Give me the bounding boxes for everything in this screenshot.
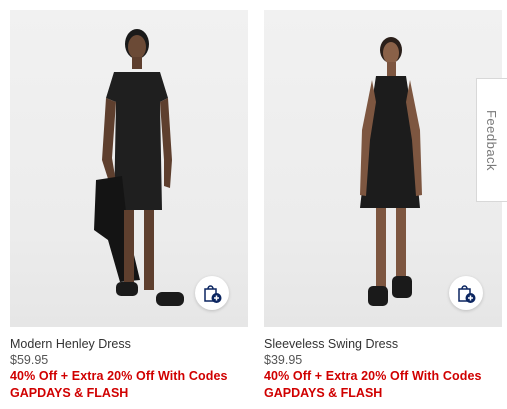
- promo-codes: GAPDAYS & FLASH: [10, 386, 129, 400]
- product-card[interactable]: Sleeveless Swing Dress $39.95 40% Off + …: [264, 10, 502, 401]
- feedback-label: Feedback: [484, 109, 500, 171]
- promo-text: 40% Off + Extra 20% Off With Codes: [264, 369, 482, 383]
- quick-add-button[interactable]: [449, 276, 483, 310]
- product-price: $39.95: [264, 353, 303, 367]
- shopping-bag-plus-icon: [204, 285, 222, 303]
- promo-codes: GAPDAYS & FLASH: [264, 386, 383, 400]
- promo-text: 40% Off + Extra 20% Off With Codes: [10, 369, 228, 383]
- product-image[interactable]: [264, 10, 502, 327]
- product-name[interactable]: Sleeveless Swing Dress: [264, 336, 502, 352]
- feedback-tab[interactable]: Feedback: [476, 78, 507, 202]
- quick-add-button[interactable]: [195, 276, 229, 310]
- product-card[interactable]: Modern Henley Dress $59.95 40% Off + Ext…: [10, 10, 248, 401]
- product-price: $59.95: [10, 353, 49, 367]
- shopping-bag-plus-icon: [458, 285, 476, 303]
- product-name[interactable]: Modern Henley Dress: [10, 336, 248, 352]
- product-image[interactable]: [10, 10, 248, 327]
